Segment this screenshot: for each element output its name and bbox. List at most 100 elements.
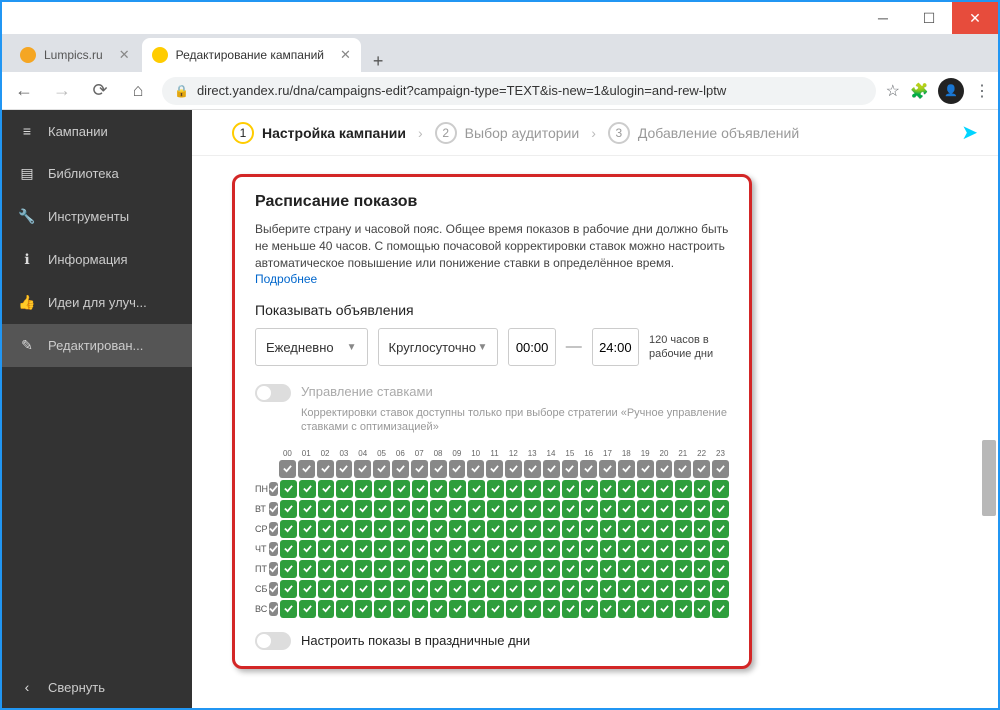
hour-cell[interactable] <box>712 580 729 598</box>
hour-cell[interactable] <box>506 560 523 578</box>
hour-cell[interactable] <box>355 540 372 558</box>
hour-cell[interactable] <box>336 560 353 578</box>
back-button[interactable]: ← <box>10 80 38 101</box>
hour-cell[interactable] <box>430 560 447 578</box>
hour-cell[interactable] <box>487 520 504 538</box>
home-button[interactable]: ⌂ <box>124 80 152 101</box>
hour-cell[interactable] <box>675 520 692 538</box>
scrollbar-thumb[interactable] <box>982 440 996 516</box>
hour-cell[interactable] <box>506 540 523 558</box>
hour-cell[interactable] <box>412 580 429 598</box>
hour-cell[interactable] <box>600 500 617 518</box>
hour-cell[interactable] <box>524 500 541 518</box>
hour-cell[interactable] <box>449 560 466 578</box>
column-check[interactable] <box>336 460 353 478</box>
hour-cell[interactable] <box>600 520 617 538</box>
hour-cell[interactable] <box>637 520 654 538</box>
span-select[interactable]: Круглосуточно▼ <box>378 328 499 366</box>
sidebar-item-edit[interactable]: ✎Редактирован... <box>2 324 192 367</box>
hour-cell[interactable] <box>618 600 635 618</box>
bid-toggle[interactable] <box>255 384 291 402</box>
hour-cell[interactable] <box>449 600 466 618</box>
hour-cell[interactable] <box>374 480 391 498</box>
hour-cell[interactable] <box>374 580 391 598</box>
column-check[interactable] <box>524 460 541 478</box>
hour-cell[interactable] <box>336 480 353 498</box>
column-check[interactable] <box>543 460 560 478</box>
hour-cell[interactable] <box>712 520 729 538</box>
hour-cell[interactable] <box>562 540 579 558</box>
hour-cell[interactable] <box>637 540 654 558</box>
hour-cell[interactable] <box>318 560 335 578</box>
hour-cell[interactable] <box>412 560 429 578</box>
hour-cell[interactable] <box>468 600 485 618</box>
hour-cell[interactable] <box>524 480 541 498</box>
hour-cell[interactable] <box>675 500 692 518</box>
hour-cell[interactable] <box>562 500 579 518</box>
hour-cell[interactable] <box>637 500 654 518</box>
hour-cell[interactable] <box>336 600 353 618</box>
hour-cell[interactable] <box>393 520 410 538</box>
hour-cell[interactable] <box>637 480 654 498</box>
hour-cell[interactable] <box>712 560 729 578</box>
hour-cell[interactable] <box>694 580 711 598</box>
step-2[interactable]: 2 Выбор аудитории <box>435 122 580 144</box>
bookmark-icon[interactable]: ☆ <box>886 81 900 101</box>
hour-cell[interactable] <box>600 600 617 618</box>
sidebar-item-library[interactable]: ▤Библиотека <box>2 152 192 195</box>
hour-cell[interactable] <box>600 580 617 598</box>
row-check[interactable] <box>269 502 278 516</box>
hour-cell[interactable] <box>355 520 372 538</box>
column-check[interactable] <box>656 460 673 478</box>
browser-tab-0[interactable]: Lumpics.ru ✕ <box>10 38 140 72</box>
column-check[interactable] <box>467 460 484 478</box>
hour-cell[interactable] <box>412 600 429 618</box>
hour-cell[interactable] <box>543 600 560 618</box>
row-check[interactable] <box>269 542 278 556</box>
hour-cell[interactable] <box>318 520 335 538</box>
hour-cell[interactable] <box>280 600 297 618</box>
hour-cell[interactable] <box>468 500 485 518</box>
menu-icon[interactable]: ⋮ <box>974 81 990 101</box>
hour-cell[interactable] <box>280 560 297 578</box>
new-tab-button[interactable]: + <box>363 51 394 72</box>
column-check[interactable] <box>430 460 447 478</box>
column-check[interactable] <box>618 460 635 478</box>
hour-cell[interactable] <box>412 480 429 498</box>
hour-cell[interactable] <box>581 500 598 518</box>
hour-cell[interactable] <box>355 580 372 598</box>
hour-cell[interactable] <box>656 480 673 498</box>
hour-cell[interactable] <box>694 560 711 578</box>
profile-avatar[interactable]: 👤 <box>938 78 964 104</box>
holiday-toggle[interactable] <box>255 632 291 650</box>
column-check[interactable] <box>637 460 654 478</box>
hour-cell[interactable] <box>336 520 353 538</box>
hour-cell[interactable] <box>524 560 541 578</box>
row-check[interactable] <box>269 582 278 596</box>
hour-cell[interactable] <box>430 580 447 598</box>
hour-cell[interactable] <box>675 580 692 598</box>
hour-cell[interactable] <box>656 500 673 518</box>
hour-cell[interactable] <box>336 580 353 598</box>
sidebar-item-campaigns[interactable]: ≡Кампании <box>2 110 192 152</box>
hour-cell[interactable] <box>694 600 711 618</box>
hour-cell[interactable] <box>600 560 617 578</box>
hour-cell[interactable] <box>430 600 447 618</box>
hour-cell[interactable] <box>506 480 523 498</box>
sidebar-item-ideas[interactable]: 👍Идеи для улуч... <box>2 281 192 324</box>
hour-cell[interactable] <box>487 540 504 558</box>
maximize-button[interactable]: ☐ <box>906 2 952 34</box>
hour-cell[interactable] <box>712 600 729 618</box>
hour-cell[interactable] <box>374 500 391 518</box>
hour-cell[interactable] <box>299 560 316 578</box>
row-check[interactable] <box>269 482 278 496</box>
hour-cell[interactable] <box>618 480 635 498</box>
hour-cell[interactable] <box>675 480 692 498</box>
column-check[interactable] <box>354 460 371 478</box>
hour-cell[interactable] <box>506 520 523 538</box>
hour-cell[interactable] <box>449 540 466 558</box>
hour-cell[interactable] <box>524 540 541 558</box>
hour-cell[interactable] <box>449 480 466 498</box>
hour-cell[interactable] <box>393 500 410 518</box>
hour-cell[interactable] <box>393 480 410 498</box>
